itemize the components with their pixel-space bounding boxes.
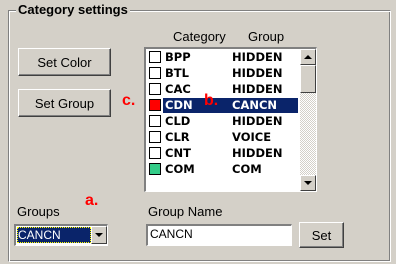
category-cell: CNT bbox=[165, 146, 191, 160]
color-swatch bbox=[149, 131, 161, 143]
group-cell: COM bbox=[232, 162, 262, 176]
group-column-header: Group bbox=[248, 29, 285, 44]
group-cell: HIDDEN bbox=[232, 114, 283, 128]
annotation-a: a. bbox=[85, 192, 99, 209]
set-color-button[interactable]: Set Color bbox=[18, 48, 111, 76]
color-swatch bbox=[149, 163, 161, 175]
color-swatch bbox=[149, 115, 161, 127]
category-cell: COM bbox=[165, 162, 195, 176]
color-swatch bbox=[149, 99, 161, 111]
color-swatch bbox=[149, 147, 161, 159]
category-cell: CAC bbox=[165, 82, 191, 96]
category-cell: BPP bbox=[165, 50, 191, 64]
annotation-c: c. bbox=[122, 92, 136, 109]
category-listbox[interactable]: BPP HIDDEN BTL HIDDEN CAC HIDDEN CDN CANCN CLD HI… bbox=[144, 47, 317, 192]
vertical-scrollbar[interactable] bbox=[300, 49, 316, 191]
group-name-input[interactable]: CANCN bbox=[146, 224, 292, 246]
arrow-up-icon bbox=[304, 55, 312, 59]
set-button[interactable]: Set bbox=[299, 222, 344, 248]
list-item[interactable]: CDN CANCN bbox=[146, 98, 298, 113]
groups-combobox[interactable]: CANCN bbox=[14, 224, 108, 246]
color-swatch bbox=[149, 51, 161, 63]
chevron-down-icon bbox=[95, 233, 103, 237]
group-cell: VOICE bbox=[232, 130, 272, 144]
groups-selected-value: CANCN bbox=[17, 227, 91, 243]
scroll-thumb[interactable] bbox=[300, 65, 316, 93]
set-group-button[interactable]: Set Group bbox=[18, 89, 111, 117]
group-cell: HIDDEN bbox=[232, 66, 283, 80]
list-item[interactable]: BPP HIDDEN bbox=[146, 50, 298, 65]
color-swatch bbox=[149, 83, 161, 95]
category-cell: CDN bbox=[165, 98, 193, 112]
group-cell: HIDDEN bbox=[232, 146, 283, 160]
group-cell: HIDDEN bbox=[232, 50, 283, 64]
category-column-header: Category bbox=[173, 29, 226, 44]
color-swatch bbox=[149, 67, 161, 79]
category-cell: CLD bbox=[165, 114, 191, 128]
list-item[interactable]: CNT HIDDEN bbox=[146, 146, 298, 161]
list-item[interactable]: BTL HIDDEN bbox=[146, 66, 298, 81]
group-title: Category settings bbox=[16, 2, 130, 17]
groups-label: Groups bbox=[17, 204, 60, 219]
list-item[interactable]: CAC HIDDEN bbox=[146, 82, 298, 97]
category-cell: CLR bbox=[165, 130, 190, 144]
list-item[interactable]: COM COM bbox=[146, 162, 298, 177]
group-cell: HIDDEN bbox=[232, 82, 283, 96]
category-cell: BTL bbox=[165, 66, 189, 80]
scroll-down-button[interactable] bbox=[300, 175, 316, 191]
annotation-b: b. bbox=[204, 92, 219, 109]
scroll-up-button[interactable] bbox=[300, 49, 316, 65]
group-cell: CANCN bbox=[232, 98, 278, 112]
group-name-label: Group Name bbox=[148, 204, 223, 219]
list-item[interactable]: CLR VOICE bbox=[146, 130, 298, 145]
arrow-down-icon bbox=[304, 181, 312, 185]
list-item[interactable]: CLD HIDDEN bbox=[146, 114, 298, 129]
groups-dropdown-button[interactable] bbox=[91, 226, 107, 244]
